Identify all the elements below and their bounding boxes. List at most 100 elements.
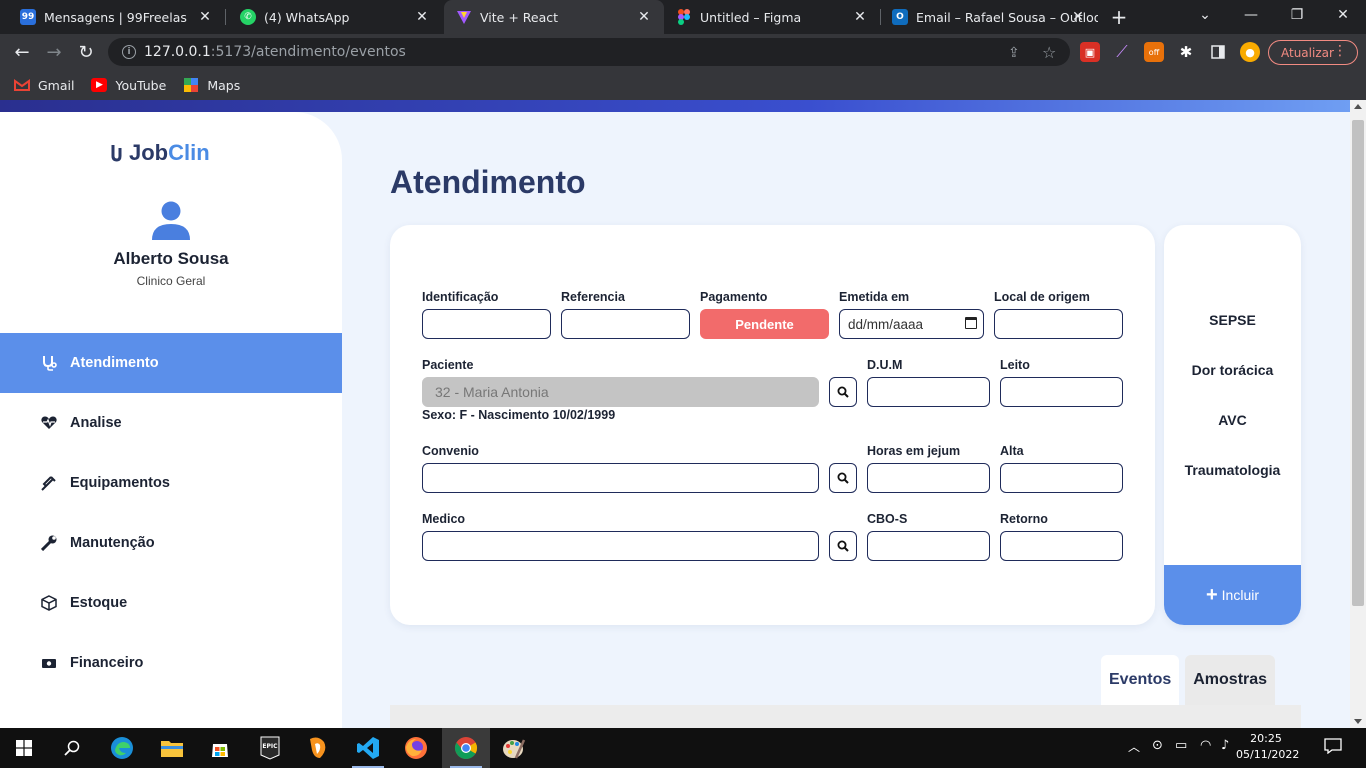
event-option-avc[interactable]: AVC <box>1164 412 1301 428</box>
retorno-field[interactable] <box>1000 531 1123 561</box>
event-option-traumatologia[interactable]: Traumatologia <box>1164 462 1301 478</box>
figma-icon <box>676 9 692 25</box>
extension-icon[interactable]: ▣ <box>1080 42 1100 62</box>
menu-dots-icon[interactable]: ⋮ <box>1333 43 1347 59</box>
feather-extension-icon[interactable]: ⟋ <box>1112 42 1132 62</box>
paciente-info: Sexo: F - Nascimento 10/02/1999 <box>422 408 616 422</box>
medico-search-button[interactable] <box>829 531 857 561</box>
medico-field[interactable] <box>422 531 819 561</box>
referencia-field[interactable] <box>561 309 690 339</box>
convenio-field[interactable] <box>422 463 819 493</box>
new-tab-icon[interactable]: + <box>1108 6 1130 28</box>
forward-icon[interactable]: → <box>42 40 66 64</box>
horas-jejum-field[interactable] <box>867 463 990 493</box>
epic-games-icon[interactable]: EPIC <box>246 728 294 768</box>
tab-amostras[interactable]: Amostras <box>1185 655 1276 705</box>
sidebar-item-estoque[interactable]: Estoque <box>0 573 342 633</box>
youtube-icon: ▶ <box>91 78 108 92</box>
star-icon[interactable]: ☆ <box>1042 43 1056 62</box>
firefox-icon[interactable] <box>392 728 440 768</box>
sidebar-item-manutencao[interactable]: Manutenção <box>0 513 342 573</box>
search-icon <box>837 386 849 398</box>
back-icon[interactable]: ← <box>10 40 34 64</box>
restore-icon[interactable]: ❐ <box>1274 0 1320 30</box>
dum-field[interactable] <box>867 377 990 407</box>
minimize-icon[interactable]: — <box>1228 0 1274 30</box>
wifi-icon[interactable]: ◠ <box>1200 738 1211 753</box>
browser-tab-figma[interactable]: Untitled – Figma ✕ <box>664 0 880 34</box>
file-explorer-icon[interactable] <box>148 728 196 768</box>
vite-icon <box>456 9 472 25</box>
site-info-icon[interactable]: i <box>122 45 136 59</box>
reload-icon[interactable]: ↻ <box>74 40 98 64</box>
scrollbar-thumb[interactable] <box>1352 120 1364 606</box>
browser-tab-whatsapp[interactable]: ✆ (4) WhatsApp ✕ <box>220 0 442 34</box>
sidebar-item-analise[interactable]: Analise <box>0 393 342 453</box>
paciente-search-button[interactable] <box>829 377 857 407</box>
section-tabs: Eventos Amostras <box>1101 655 1276 705</box>
close-icon[interactable]: ✕ <box>636 9 652 25</box>
meet-now-icon[interactable]: ⊙ <box>1152 738 1163 753</box>
search-icon[interactable] <box>48 728 96 768</box>
pagamento-status-button[interactable]: Pendente <box>700 309 829 339</box>
search-icon <box>837 472 849 484</box>
update-button[interactable]: Atualizar ⋮ <box>1268 40 1358 65</box>
battery-icon[interactable]: ▭ <box>1175 738 1187 753</box>
cbo-field[interactable] <box>867 531 990 561</box>
store-icon[interactable] <box>196 728 244 768</box>
browser-tab-99freelas[interactable]: 99 Mensagens | 99Freelas ✕ <box>0 0 225 34</box>
volume-icon[interactable]: ♪ <box>1221 738 1229 753</box>
bookmark-youtube[interactable]: ▶ YouTube <box>91 78 166 93</box>
bookmark-maps[interactable]: Maps <box>183 78 240 93</box>
horas-jejum-label: Horas em jejum <box>867 444 961 458</box>
tab-eventos[interactable]: Eventos <box>1101 655 1180 705</box>
alta-field[interactable] <box>1000 463 1123 493</box>
vscode-icon[interactable] <box>344 728 392 768</box>
emetida-date-field[interactable]: dd/mm/aaaa <box>839 309 984 339</box>
share-icon[interactable]: ⇪ <box>1008 45 1020 61</box>
wrench-icon <box>40 534 58 552</box>
chevron-down-icon[interactable]: ⌄ <box>1182 0 1228 30</box>
close-window-icon[interactable]: ✕ <box>1320 0 1366 30</box>
start-icon[interactable] <box>0 728 48 768</box>
close-icon[interactable]: ✕ <box>852 9 868 25</box>
scroll-up-icon[interactable] <box>1354 104 1362 109</box>
fl-studio-icon[interactable] <box>294 728 342 768</box>
bookmark-gmail[interactable]: Gmail <box>14 78 74 93</box>
puzzle-icon[interactable]: ✱ <box>1176 42 1196 62</box>
event-option-dor-toracica[interactable]: Dor torácica <box>1164 362 1301 378</box>
browser-tab-vite-react[interactable]: Vite + React ✕ <box>444 0 664 34</box>
profile-avatar-icon[interactable]: ● <box>1240 42 1260 62</box>
sidebar-item-atendimento[interactable]: Atendimento <box>0 333 342 393</box>
scroll-down-icon[interactable] <box>1354 719 1362 724</box>
address-bar[interactable]: i 127.0.0.1:5173/atendimento/eventos ⇪ ☆ <box>108 38 1070 66</box>
include-button[interactable]: + Incluir <box>1164 565 1301 625</box>
sidebar-item-financeiro[interactable]: Financeiro <box>0 633 342 693</box>
leito-field[interactable] <box>1000 377 1123 407</box>
convenio-search-button[interactable] <box>829 463 857 493</box>
app-logo[interactable]: Job Clin <box>110 140 210 166</box>
close-icon[interactable]: ✕ <box>1070 9 1086 25</box>
include-label: Incluir <box>1221 587 1260 603</box>
extension-off-icon[interactable]: off <box>1144 42 1164 62</box>
chevron-up-icon[interactable]: ︿ <box>1128 738 1140 755</box>
notifications-icon[interactable] <box>1324 738 1342 758</box>
calendar-icon[interactable] <box>965 317 977 329</box>
attendance-form-card: Identificação Referencia Pagamento Pende… <box>390 225 1155 625</box>
local-origem-field[interactable] <box>994 309 1123 339</box>
99freelas-icon: 99 <box>20 9 36 25</box>
chrome-icon[interactable] <box>442 728 490 768</box>
browser-tab-outlook[interactable]: O Email – Rafael Sousa – Outlook ✕ <box>880 0 1098 34</box>
side-panel-icon[interactable] <box>1208 42 1228 62</box>
page-scrollbar[interactable] <box>1350 100 1366 728</box>
sidebar-item-equipamentos[interactable]: Equipamentos <box>0 453 342 513</box>
paciente-field[interactable]: 32 - Maria Antonia <box>422 377 819 407</box>
identificacao-field[interactable] <box>422 309 551 339</box>
paint-icon[interactable] <box>490 728 538 768</box>
close-icon[interactable]: ✕ <box>414 9 430 25</box>
syringe-icon <box>40 474 58 492</box>
system-clock[interactable]: 20:25 05/11/2022 <box>1236 731 1299 763</box>
edge-icon[interactable] <box>98 728 146 768</box>
event-option-sepse[interactable]: SEPSE <box>1164 312 1301 328</box>
close-icon[interactable]: ✕ <box>197 9 213 25</box>
